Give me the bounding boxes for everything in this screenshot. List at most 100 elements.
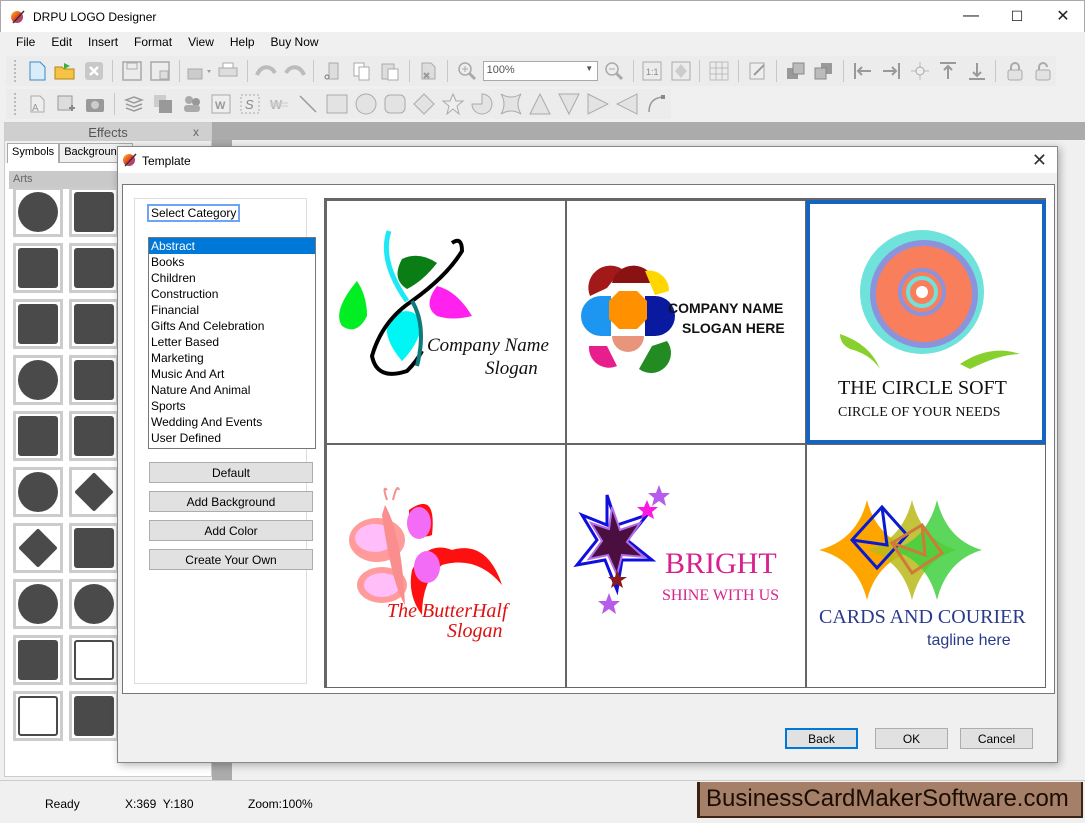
close-file-button[interactable] (81, 58, 106, 84)
symbol-item[interactable] (13, 579, 63, 629)
category-item-gifts[interactable]: Gifts And Celebration (149, 318, 315, 334)
bring-front-button[interactable] (783, 58, 808, 84)
template-card[interactable]: The ButterHalf Slogan (326, 444, 566, 688)
symbol-item[interactable] (69, 635, 119, 685)
symbol-item[interactable] (13, 299, 63, 349)
image-tool-button[interactable] (53, 91, 79, 117)
background-button[interactable] (150, 91, 176, 117)
ellipse-tool-button[interactable] (353, 91, 379, 117)
symbols-button[interactable] (179, 91, 205, 117)
align-center-button[interactable] (907, 58, 932, 84)
zoom-out-button[interactable] (601, 58, 626, 84)
save-button[interactable] (119, 58, 144, 84)
diamond-tool-button[interactable] (411, 91, 437, 117)
create-your-own-button[interactable]: Create Your Own (149, 549, 313, 570)
category-item-sports[interactable]: Sports (149, 398, 315, 414)
layers-button[interactable] (121, 91, 147, 117)
template-card[interactable]: COMPANY NAME SLOGAN HERE (566, 200, 806, 444)
toolbar-grip[interactable] (14, 93, 17, 115)
menu-buy-now[interactable]: Buy Now (263, 32, 327, 54)
minimize-button[interactable]: — (948, 1, 994, 31)
add-color-button[interactable]: Add Color (149, 520, 313, 541)
category-item-nature-animal[interactable]: Nature And Animal (149, 382, 315, 398)
star-tool-button[interactable] (440, 91, 466, 117)
cross-star-tool-button[interactable] (498, 91, 524, 117)
symbol-item[interactable] (69, 579, 119, 629)
menu-help[interactable]: Help (222, 32, 263, 54)
rectangle-tool-button[interactable] (324, 91, 350, 117)
menu-view[interactable]: View (180, 32, 222, 54)
category-item-music-art[interactable]: Music And Art (149, 366, 315, 382)
template-card[interactable]: Company Name Slogan (326, 200, 566, 444)
category-item-abstract[interactable]: Abstract (149, 238, 315, 254)
category-list[interactable]: Abstract Books Children Construction Fin… (148, 237, 316, 449)
symbol-item[interactable] (69, 187, 119, 237)
open-file-button[interactable] (52, 58, 77, 84)
tab-symbols[interactable]: Symbols (7, 143, 60, 163)
actual-size-button[interactable]: 1:1 (640, 58, 665, 84)
close-button[interactable]: ✕ (1040, 1, 1085, 31)
symbol-item[interactable] (13, 467, 63, 517)
new-file-button[interactable] (24, 58, 49, 84)
menu-insert[interactable]: Insert (80, 32, 126, 54)
template-card[interactable]: BRIGHT SHINE WITH US (566, 444, 806, 688)
symbol-item[interactable] (69, 523, 119, 573)
send-back-button[interactable] (812, 58, 837, 84)
symbol-item[interactable] (13, 691, 63, 741)
category-item-wedding[interactable]: Wedding And Events (149, 414, 315, 430)
category-item-financial[interactable]: Financial (149, 302, 315, 318)
text-tool-button[interactable]: A (24, 91, 50, 117)
back-button[interactable]: Back (785, 728, 858, 749)
save-as-button[interactable] (148, 58, 173, 84)
align-right-button[interactable] (879, 58, 904, 84)
ok-button[interactable]: OK (875, 728, 948, 749)
triangle-left-tool-button[interactable] (614, 91, 640, 117)
pie-tool-button[interactable] (469, 91, 495, 117)
symbol-item[interactable] (69, 299, 119, 349)
category-item-user-defined[interactable]: User Defined (149, 430, 315, 446)
wordart-button[interactable]: W (208, 91, 234, 117)
triangle-down-tool-button[interactable] (556, 91, 582, 117)
camera-tool-button[interactable] (82, 91, 108, 117)
properties-button[interactable] (745, 58, 770, 84)
symbol-item[interactable] (13, 243, 63, 293)
symbol-item[interactable] (69, 691, 119, 741)
arc-tool-button[interactable] (643, 91, 669, 117)
copy-button[interactable] (349, 58, 374, 84)
symbol-item[interactable] (69, 355, 119, 405)
grid-button[interactable] (706, 58, 731, 84)
category-item-letter-based[interactable]: Letter Based (149, 334, 315, 350)
category-item-marketing[interactable]: Marketing (149, 350, 315, 366)
signature-button[interactable]: S (237, 91, 263, 117)
symbol-item[interactable] (69, 243, 119, 293)
symbol-item[interactable] (13, 411, 63, 461)
category-item-children[interactable]: Children (149, 270, 315, 286)
delete-button[interactable] (416, 58, 441, 84)
align-top-button[interactable] (935, 58, 960, 84)
cut-button[interactable] (320, 58, 345, 84)
menu-format[interactable]: Format (126, 32, 180, 54)
add-background-button[interactable]: Add Background (149, 491, 313, 512)
maximize-button[interactable]: ☐ (994, 1, 1040, 31)
fit-page-button[interactable] (668, 58, 693, 84)
redo-button[interactable] (282, 58, 307, 84)
default-button[interactable]: Default (149, 462, 313, 483)
menu-file[interactable]: File (8, 32, 43, 54)
symbol-item[interactable] (69, 411, 119, 461)
print-button[interactable] (215, 58, 240, 84)
watermark-button[interactable]: W (266, 91, 292, 117)
symbol-item[interactable] (13, 635, 63, 685)
menu-edit[interactable]: Edit (43, 32, 80, 54)
align-bottom-button[interactable] (964, 58, 989, 84)
rounded-rect-tool-button[interactable] (382, 91, 408, 117)
cancel-button[interactable]: Cancel (960, 728, 1033, 749)
symbol-item[interactable] (69, 467, 119, 517)
triangle-right-tool-button[interactable] (585, 91, 611, 117)
zoom-select[interactable]: 100% ▼ (482, 61, 599, 81)
lock-button[interactable] (1002, 58, 1027, 84)
dialog-close-icon[interactable]: ✕ (1032, 150, 1047, 171)
template-card-selected[interactable]: THE CIRCLE SOFT CIRCLE OF YOUR NEEDS (806, 200, 1046, 444)
toolbar-grip[interactable] (14, 60, 17, 82)
symbol-item[interactable] (13, 523, 63, 573)
zoom-in-button[interactable] (454, 58, 479, 84)
